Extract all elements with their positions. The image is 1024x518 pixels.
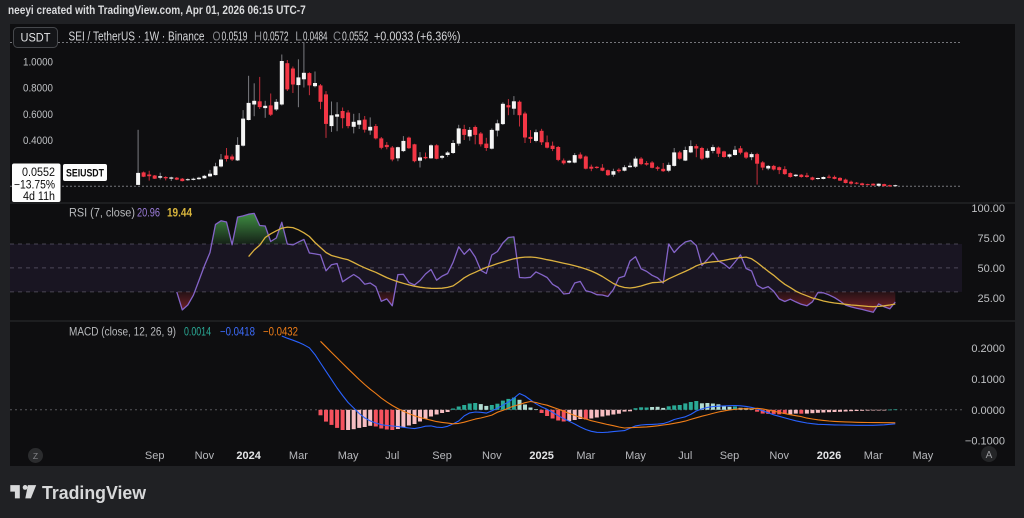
svg-text:+0.0033 (+6.36%): +0.0033 (+6.36%)	[374, 30, 461, 44]
svg-text:0.8000: 0.8000	[23, 83, 53, 95]
svg-text:May: May	[625, 450, 646, 462]
svg-text:−0.0418: −0.0418	[220, 327, 255, 339]
svg-text:SEIUSDT: SEIUSDT	[66, 167, 104, 179]
svg-text:0.0572: 0.0572	[263, 30, 289, 44]
svg-text:Mar: Mar	[289, 450, 308, 462]
svg-text:0.0552: 0.0552	[22, 167, 55, 179]
svg-text:19.44: 19.44	[167, 208, 193, 220]
svg-text:1.0000: 1.0000	[23, 57, 53, 69]
svg-text:C: C	[333, 30, 341, 44]
svg-text:0.2000: 0.2000	[971, 343, 1005, 355]
svg-text:−13.75%: −13.75%	[14, 180, 55, 192]
svg-text:Sep: Sep	[432, 450, 452, 462]
svg-text:Jul: Jul	[678, 450, 692, 462]
svg-text:Mar: Mar	[576, 450, 595, 462]
svg-text:2025: 2025	[529, 450, 553, 462]
svg-text:SEI / TetherUS · 1W · Binance: SEI / TetherUS · 1W · Binance	[69, 30, 205, 44]
svg-text:A: A	[986, 450, 993, 461]
svg-text:MACD (close, 12, 26, 9): MACD (close, 12, 26, 9)	[69, 327, 176, 339]
svg-text:4d 11h: 4d 11h	[23, 191, 55, 203]
svg-text:0.0014: 0.0014	[184, 327, 211, 339]
svg-text:May: May	[338, 450, 359, 462]
svg-text:0.0519: 0.0519	[222, 30, 248, 44]
svg-text:2026: 2026	[817, 450, 841, 462]
svg-text:25.00: 25.00	[977, 293, 1005, 305]
svg-text:0.0000: 0.0000	[971, 405, 1005, 417]
svg-text:2024: 2024	[236, 450, 261, 462]
svg-text:H: H	[254, 30, 262, 44]
svg-text:0.4000: 0.4000	[23, 135, 53, 147]
svg-text:−0.1000: −0.1000	[965, 435, 1005, 447]
svg-text:Mar: Mar	[864, 450, 883, 462]
svg-text:O: O	[213, 30, 221, 44]
svg-text:RSI (7, close): RSI (7, close)	[69, 208, 135, 220]
svg-text:Sep: Sep	[720, 450, 740, 462]
svg-text:Nov: Nov	[195, 450, 215, 462]
svg-text:Nov: Nov	[769, 450, 789, 462]
svg-text:L: L	[295, 30, 302, 44]
svg-text:50.00: 50.00	[977, 263, 1005, 275]
svg-text:75.00: 75.00	[977, 233, 1005, 245]
svg-text:0.0552: 0.0552	[342, 30, 369, 44]
svg-text:0.1000: 0.1000	[971, 374, 1005, 386]
svg-text:Nov: Nov	[482, 450, 502, 462]
svg-text:Z: Z	[33, 451, 38, 461]
svg-text:Sep: Sep	[145, 450, 165, 462]
svg-text:20.96: 20.96	[137, 208, 160, 220]
svg-text:Jul: Jul	[385, 450, 399, 462]
svg-text:−0.0432: −0.0432	[263, 327, 298, 339]
svg-text:USDT: USDT	[21, 33, 51, 45]
svg-text:May: May	[913, 450, 934, 462]
svg-text:0.0484: 0.0484	[303, 30, 328, 44]
svg-text:0.6000: 0.6000	[23, 109, 53, 121]
svg-text:100.00: 100.00	[971, 203, 1005, 215]
svg-text:TradingView: TradingView	[42, 482, 147, 503]
